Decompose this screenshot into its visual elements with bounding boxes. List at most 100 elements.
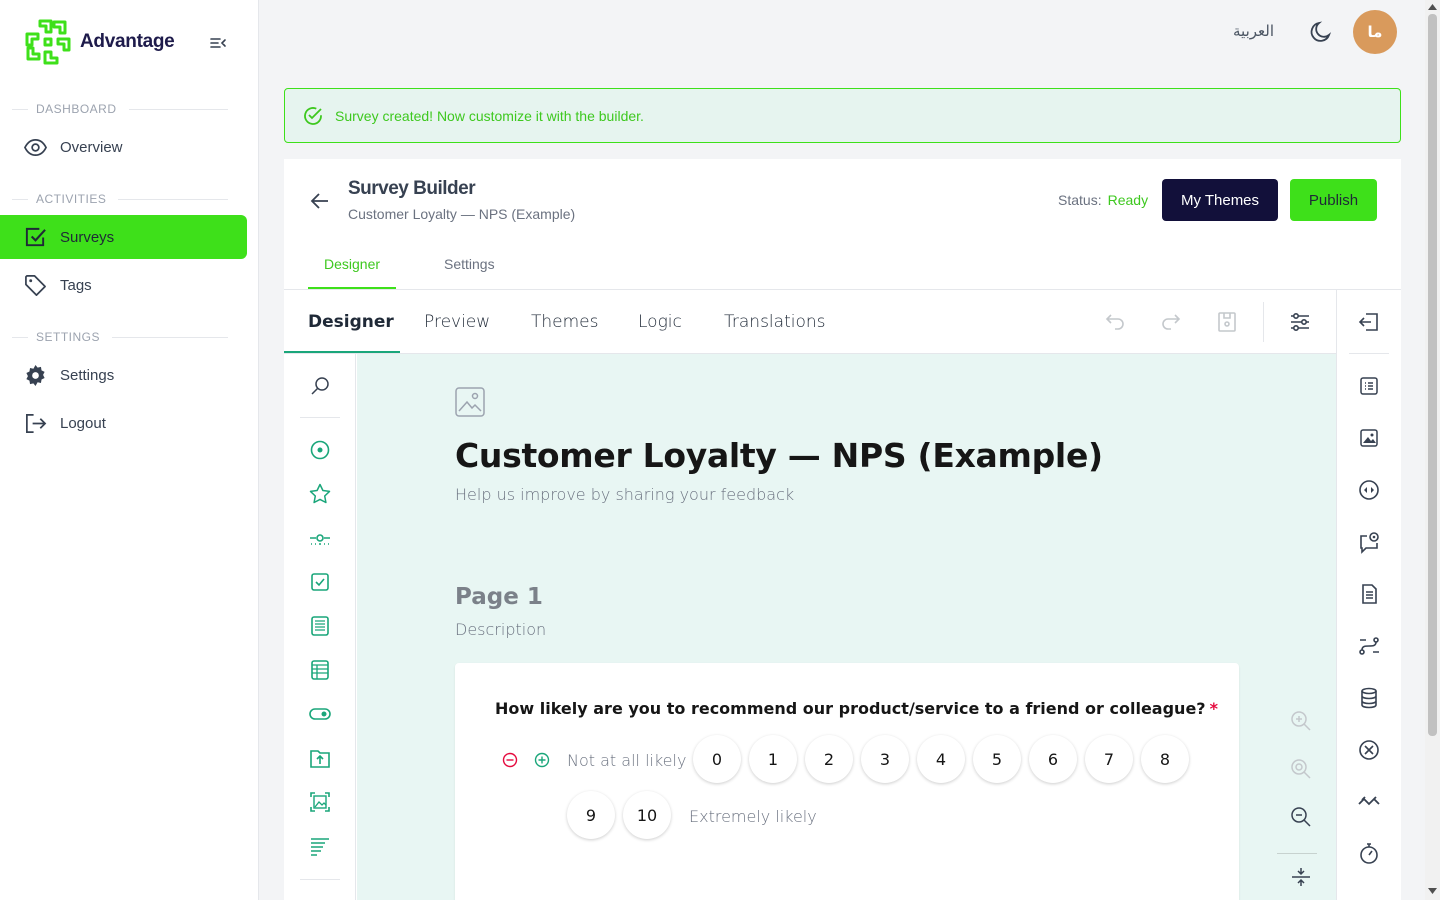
scroll-thumb[interactable]: [1428, 14, 1437, 736]
logo-icon[interactable]: [1357, 426, 1381, 450]
add-rate-icon[interactable]: [533, 751, 551, 769]
brand-logo-icon: [25, 19, 71, 65]
save-icon[interactable]: [1215, 310, 1239, 334]
sidebar-item-label: Logout: [60, 414, 106, 432]
question-toolbox: [284, 354, 356, 900]
language-switch[interactable]: العربية: [1233, 22, 1274, 40]
brand-logo[interactable]: Advantage: [24, 18, 175, 66]
gear-icon: [26, 364, 45, 386]
rate-item-4[interactable]: 4: [917, 735, 965, 783]
tab-settings[interactable]: Settings: [444, 256, 495, 290]
sidebar: Advantage DASHBOARD Overview ACTIVITIES …: [0, 0, 259, 900]
page-scrollbar[interactable]: [1425, 0, 1440, 900]
creator-tab-logic[interactable]: Logic: [638, 312, 682, 332]
rate-item-2[interactable]: 2: [805, 735, 853, 783]
sidebar-item-tags[interactable]: Tags: [0, 263, 247, 307]
file-upload-icon[interactable]: [308, 746, 332, 770]
remove-rate-icon[interactable]: [501, 751, 519, 769]
collapse-all-icon[interactable]: [1289, 865, 1313, 889]
redo-icon[interactable]: [1159, 310, 1183, 334]
sidebar-item-surveys[interactable]: Surveys: [0, 215, 247, 259]
rate-item-8[interactable]: 8: [1141, 735, 1189, 783]
checkbox-question-icon[interactable]: [308, 570, 332, 594]
section-label-activities: ACTIVITIES: [12, 192, 228, 206]
sidebar-item-overview[interactable]: Overview: [0, 125, 247, 169]
zoom-in-icon[interactable]: [1289, 709, 1313, 733]
my-themes-button[interactable]: My Themes: [1162, 179, 1278, 221]
matrix-icon[interactable]: [308, 658, 332, 682]
rate-item-5[interactable]: 5: [973, 735, 1021, 783]
survey-builder-card: Survey Builder Customer Loyalty — NPS (E…: [284, 159, 1401, 900]
status-value: Ready: [1107, 192, 1149, 208]
sidebar-item-logout[interactable]: Logout: [0, 401, 247, 445]
rate-item-10[interactable]: 10: [623, 791, 671, 839]
section-label-dashboard: DASHBOARD: [12, 102, 228, 116]
rate-max-label[interactable]: Extremely likely: [689, 807, 817, 826]
undo-icon[interactable]: [1103, 310, 1127, 334]
general-icon[interactable]: [1357, 374, 1381, 398]
zoom-out-icon[interactable]: [1289, 805, 1313, 829]
tab-designer[interactable]: Designer: [324, 256, 380, 290]
creator-toolbar: Designer Preview Themes Logic Translatio…: [284, 290, 1336, 354]
zoom-reset-icon[interactable]: [1289, 757, 1313, 781]
question-title[interactable]: How likely are you to recommend our prod…: [495, 699, 1218, 718]
show-on-completed-icon[interactable]: [1357, 790, 1381, 814]
question-settings-icon[interactable]: [1357, 530, 1381, 554]
page-description[interactable]: Description: [455, 620, 546, 639]
check-circle-icon: [304, 106, 322, 125]
rate-item-1[interactable]: 1: [749, 735, 797, 783]
navigation-icon[interactable]: [1357, 478, 1381, 502]
zoom-separator: [1277, 853, 1317, 854]
creator-tab-designer[interactable]: Designer: [308, 312, 394, 332]
survey-description[interactable]: Help us improve by sharing your feedback: [455, 485, 794, 504]
survey-title[interactable]: Customer Loyalty — NPS (Example): [455, 436, 1103, 475]
creator-tab-translations[interactable]: Translations: [724, 312, 826, 332]
rail-separator: [1349, 353, 1389, 354]
collapse-panel-icon[interactable]: [1357, 310, 1381, 334]
publish-button[interactable]: Publish: [1290, 179, 1377, 221]
search-icon[interactable]: [308, 374, 332, 398]
rate-item-6[interactable]: 6: [1029, 735, 1077, 783]
conditions-icon[interactable]: [1357, 634, 1381, 658]
settings-sliders-icon[interactable]: [1288, 310, 1312, 334]
avatar[interactable]: ما: [1353, 10, 1397, 54]
timer-icon[interactable]: [1357, 842, 1381, 866]
status-label: Status:: [1058, 192, 1102, 208]
page-title-text[interactable]: Page 1: [455, 584, 543, 610]
rate-item-7[interactable]: 7: [1085, 735, 1133, 783]
eye-icon: [24, 138, 47, 156]
property-grid-rail: [1336, 290, 1401, 900]
moon-icon[interactable]: [1309, 20, 1333, 44]
page-title: Survey Builder: [348, 178, 476, 199]
image-picker-icon[interactable]: [308, 790, 332, 814]
creator-tab-themes[interactable]: Themes: [531, 312, 599, 332]
sidebar-item-settings[interactable]: Settings: [0, 353, 247, 397]
boolean-icon[interactable]: [308, 702, 332, 726]
toolbar-separator: [1263, 302, 1264, 342]
multiple-text-icon[interactable]: [308, 614, 332, 638]
creator-tab-preview[interactable]: Preview: [424, 312, 490, 332]
toolbox-separator: [300, 417, 340, 418]
ranking-icon[interactable]: [308, 834, 332, 858]
menu-collapse-icon[interactable]: [208, 34, 228, 52]
validation-icon[interactable]: [1357, 738, 1381, 762]
rate-item-3[interactable]: 3: [861, 735, 909, 783]
slider-icon[interactable]: [308, 526, 332, 550]
pages-icon[interactable]: [1357, 582, 1381, 606]
logout-icon: [26, 413, 47, 433]
scroll-up-icon[interactable]: [1428, 3, 1437, 11]
rate-item-9[interactable]: 9: [567, 791, 615, 839]
tag-icon: [25, 274, 46, 296]
rate-min-label[interactable]: Not at all likely: [567, 751, 686, 770]
back-arrow-icon[interactable]: [308, 189, 332, 213]
radiogroup-icon[interactable]: [308, 438, 332, 462]
rate-item-0[interactable]: 0: [693, 735, 741, 783]
scroll-down-icon[interactable]: [1428, 887, 1437, 895]
question-card[interactable]: How likely are you to recommend our prod…: [455, 663, 1239, 900]
section-label-settings: SETTINGS: [12, 330, 228, 344]
image-placeholder-icon[interactable]: [455, 387, 485, 417]
sidebar-item-label: Overview: [60, 138, 123, 156]
data-icon[interactable]: [1357, 686, 1381, 710]
rating-icon[interactable]: [308, 482, 332, 506]
toolbox-separator: [300, 879, 340, 880]
